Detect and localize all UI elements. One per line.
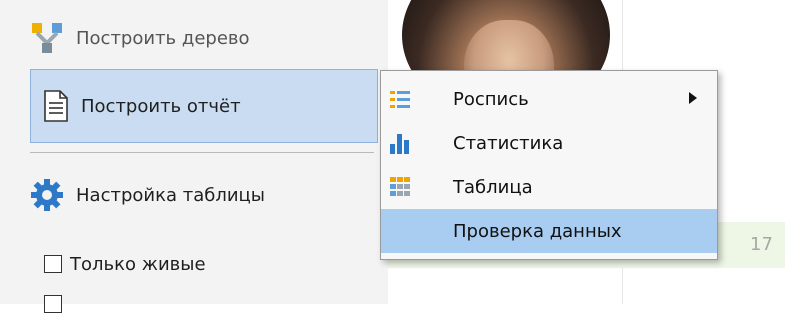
menu-item-data-check[interactable]: Проверка данных xyxy=(381,209,717,253)
tree-icon xyxy=(32,23,62,53)
menu-item-label: Статистика xyxy=(453,132,564,154)
sidebar-divider xyxy=(30,152,374,153)
build-report-label: Построить отчёт xyxy=(81,95,241,117)
bar-chart-icon xyxy=(390,134,409,154)
table-settings-label: Настройка таблицы xyxy=(76,184,265,206)
only-living-checkbox-row[interactable]: Только живые xyxy=(44,250,206,278)
only-living-label: Только живые xyxy=(70,253,206,275)
table-icon xyxy=(390,177,410,196)
menu-item-statistics[interactable]: Статистика xyxy=(381,121,717,165)
report-context-menu: Роспись Статистика Таблица Проверка данн… xyxy=(380,70,718,260)
gear-icon xyxy=(31,179,63,211)
submenu-arrow-icon xyxy=(689,92,697,104)
menu-item-label: Таблица xyxy=(453,176,533,198)
row-number: 17 xyxy=(750,234,773,255)
document-icon xyxy=(44,90,68,122)
menu-item-rospis[interactable]: Роспись xyxy=(381,77,717,121)
menu-item-table[interactable]: Таблица xyxy=(381,165,717,209)
left-sidebar: Построить дерево Построить отчёт Настрой… xyxy=(0,0,388,313)
only-living-checkbox[interactable] xyxy=(44,255,62,273)
second-checkbox-row[interactable] xyxy=(44,290,70,318)
menu-item-label: Проверка данных xyxy=(453,220,622,242)
build-tree-label: Построить дерево xyxy=(76,27,250,49)
menu-item-label: Роспись xyxy=(453,88,529,110)
list-icon xyxy=(390,91,410,108)
build-tree-button[interactable]: Построить дерево xyxy=(30,10,378,66)
table-settings-button[interactable]: Настройка таблицы xyxy=(30,163,378,227)
second-checkbox[interactable] xyxy=(44,295,62,313)
build-report-button[interactable]: Построить отчёт xyxy=(30,69,378,143)
